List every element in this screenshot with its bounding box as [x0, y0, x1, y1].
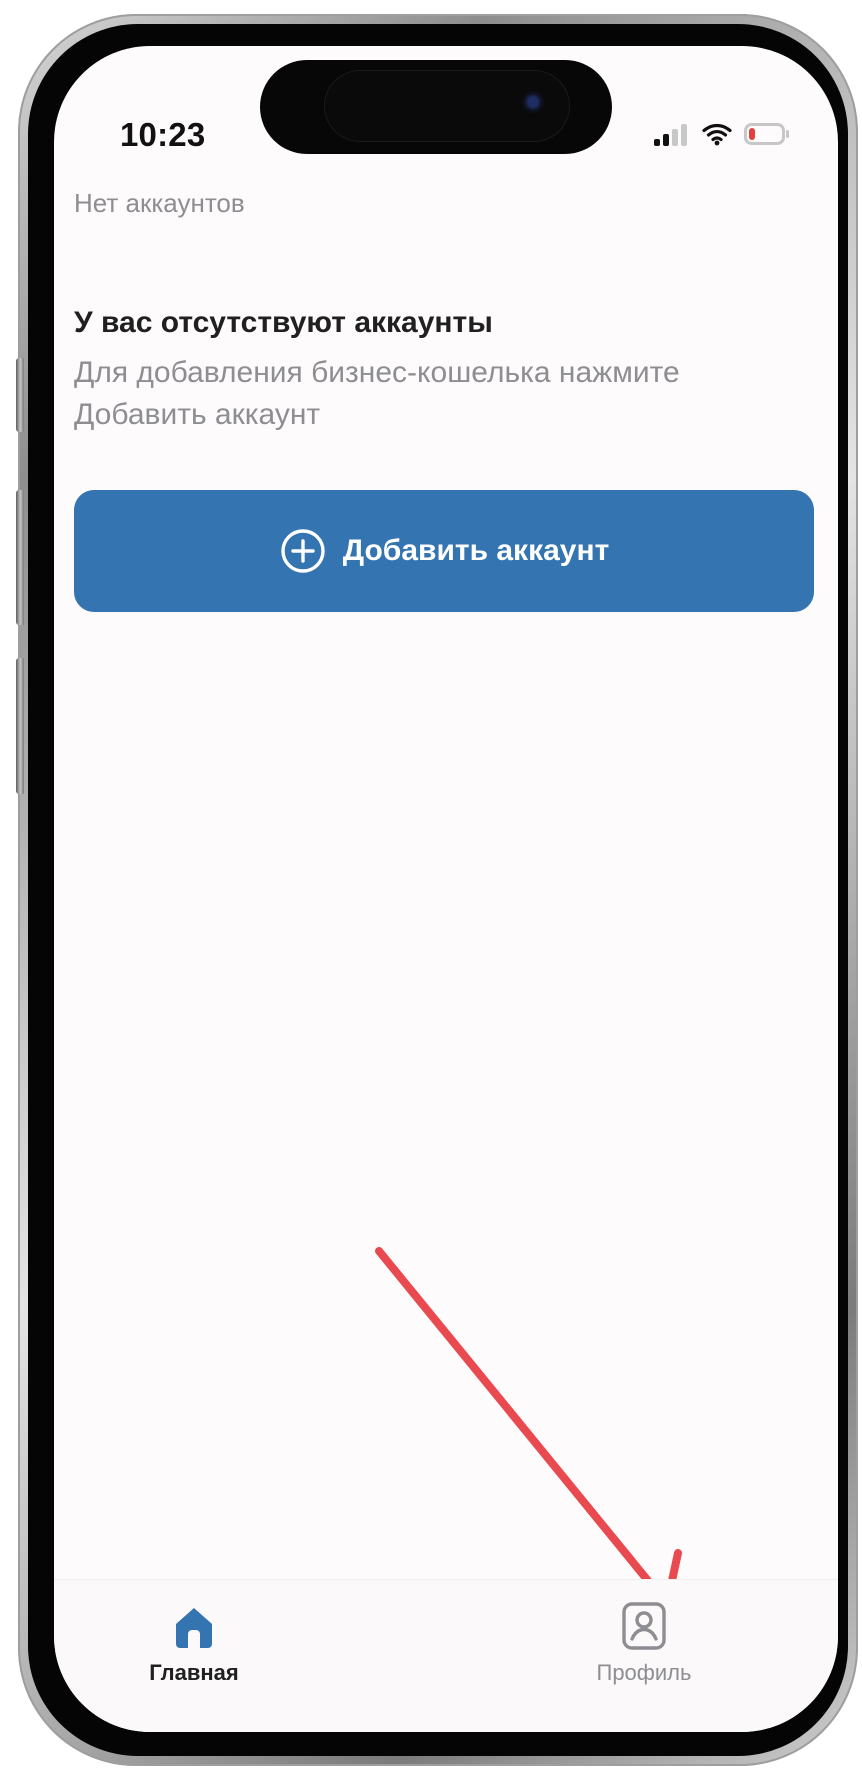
profile-icon [622, 1602, 666, 1650]
tab-profile[interactable]: Профиль [554, 1598, 734, 1708]
bottom-tab-bar: Главная Профиль [54, 1579, 838, 1732]
phone-screenshot: 10:23 Нет аккаунтов У вас отсутствуют ак… [0, 0, 862, 1773]
tab-home-label: Главная [149, 1660, 239, 1685]
side-button-middle [16, 490, 24, 625]
red-arrow-icon [375, 1247, 682, 1608]
phone-screen: 10:23 Нет аккаунтов У вас отсутствуют ак… [54, 46, 838, 1732]
side-button-bottom [16, 658, 24, 794]
plus-circle-icon [281, 529, 325, 573]
tab-profile-label: Профиль [596, 1660, 692, 1685]
home-icon [176, 1608, 212, 1648]
add-account-button[interactable]: Добавить аккаунт [74, 490, 814, 612]
tab-home[interactable]: Главная [104, 1598, 284, 1708]
empty-state-title: У вас отсутствуют аккаунты [74, 306, 493, 339]
section-label: Нет аккаунтов [74, 188, 245, 218]
side-button-top [16, 358, 24, 432]
add-account-label: Добавить аккаунт [342, 534, 610, 567]
empty-state-description: Для добавления бизнес-кошелька нажмите Д… [74, 356, 680, 431]
